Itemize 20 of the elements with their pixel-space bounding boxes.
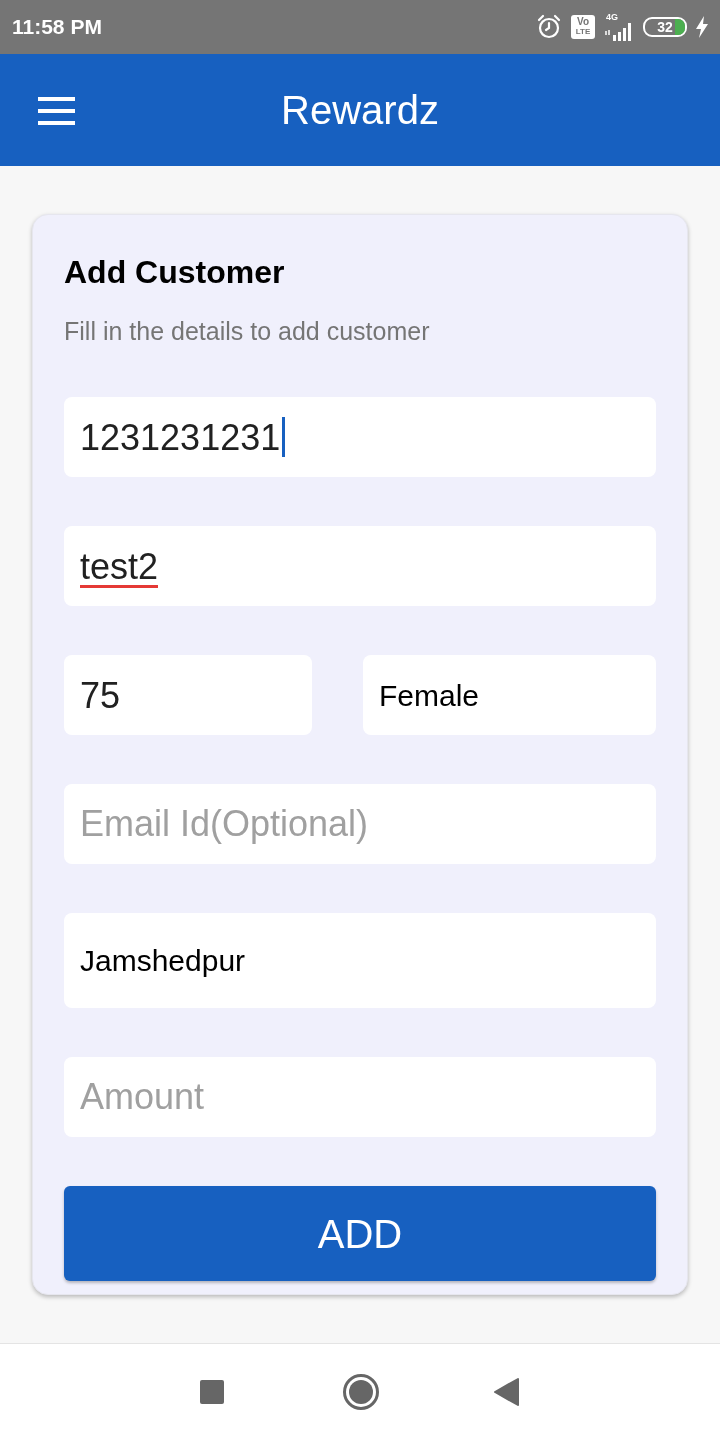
- input-field[interactable]: 75: [64, 655, 312, 735]
- battery-indicator: 32: [643, 17, 687, 37]
- status-time: 11:58 PM: [12, 14, 102, 41]
- add-button[interactable]: ADD: [64, 1186, 656, 1281]
- input-field[interactable]: 1231231231: [64, 397, 656, 477]
- input-field[interactable]: Amount: [64, 1057, 656, 1137]
- form-title: Add Customer: [64, 253, 286, 291]
- signal-bars-icon: [604, 21, 634, 42]
- menu-icon[interactable]: [38, 97, 75, 125]
- back-triangle-icon[interactable]: [494, 1378, 520, 1406]
- charging-bolt-icon: [696, 16, 708, 38]
- app-title: Rewardz: [281, 90, 439, 130]
- input-field[interactable]: Email Id(Optional): [64, 784, 656, 864]
- alarm-clock-icon: [536, 14, 562, 40]
- select-field[interactable]: Jamshedpur: [64, 913, 656, 1008]
- input-field[interactable]: test2: [64, 526, 656, 606]
- select-field[interactable]: Female: [363, 655, 656, 735]
- volte-badge: Vo LTE: [571, 15, 595, 39]
- network-type-label: 4G: [606, 12, 618, 22]
- form-subtitle: Fill in the details to add customer: [64, 316, 431, 346]
